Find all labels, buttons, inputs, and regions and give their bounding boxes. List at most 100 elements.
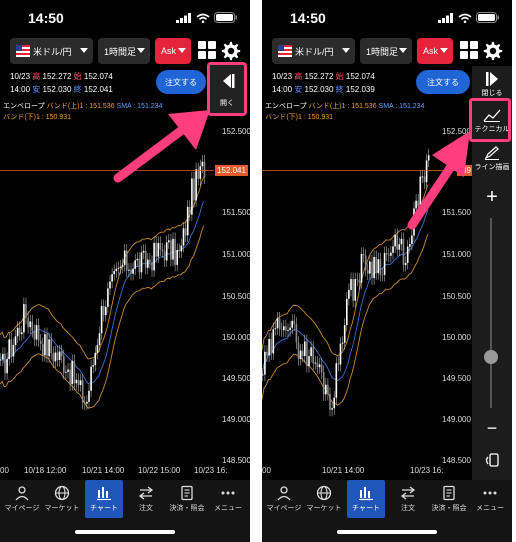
- tab-settlement[interactable]: 決済・照会: [167, 480, 207, 518]
- candle-body: [172, 238, 174, 260]
- candle-body: [182, 228, 185, 246]
- candle-body: [262, 374, 264, 376]
- y-axis-label: 149.500: [222, 374, 250, 383]
- status-time: 14:50: [28, 10, 64, 26]
- candle-body: [297, 342, 300, 359]
- candle-body: [168, 240, 170, 243]
- candle-body: [274, 328, 277, 330]
- candle-body: [371, 261, 373, 279]
- candle-body: [10, 339, 13, 357]
- layout-grid-icon[interactable]: [198, 41, 216, 59]
- candle-body: [105, 306, 107, 316]
- pair-select[interactable]: 米ドル/円: [10, 38, 93, 64]
- candle-body: [373, 256, 375, 279]
- candle-body: [144, 250, 147, 268]
- candle-body: [60, 351, 63, 357]
- x-axis-label: 10/21 14:00: [322, 466, 365, 475]
- candle-body: [385, 253, 388, 255]
- candle-body: [86, 401, 88, 404]
- candle-body: [42, 344, 44, 356]
- candle-body: [174, 238, 176, 265]
- x-axis-label: 10/23 16:: [194, 466, 228, 475]
- candle-body: [84, 402, 86, 404]
- zoom-slider-knob[interactable]: [484, 350, 498, 364]
- order-button[interactable]: 注文する: [156, 70, 206, 94]
- candle-body: [392, 246, 394, 253]
- chevron-down-icon: [342, 48, 350, 53]
- candle-body: [163, 251, 166, 261]
- tab-market[interactable]: マーケット: [305, 480, 343, 518]
- y-axis-label: 151.000: [222, 250, 250, 259]
- candle-body: [113, 271, 115, 275]
- candle-body: [310, 347, 312, 357]
- y-axis-label: 150.500: [222, 292, 250, 301]
- candle-body: [33, 331, 36, 340]
- candle-body: [350, 279, 352, 290]
- tab-market[interactable]: マーケット: [43, 480, 81, 518]
- zoom-slider-track[interactable]: [490, 218, 492, 408]
- candle-body: [348, 289, 350, 299]
- chevron-down-icon: [178, 48, 186, 53]
- candle-body: [149, 259, 151, 263]
- order-button[interactable]: 注文する: [416, 70, 470, 94]
- candle-body: [121, 264, 124, 267]
- candle-body: [109, 281, 111, 289]
- x-axis-label: 00: [262, 466, 271, 475]
- candle-body: [390, 252, 392, 256]
- candle-body: [316, 362, 319, 368]
- y-axis-label: 150.000: [222, 333, 250, 342]
- timeframe-select[interactable]: 1時間足: [360, 38, 412, 64]
- zoom-out-button[interactable]: −: [472, 418, 512, 439]
- side-select[interactable]: Ask: [155, 38, 191, 64]
- candle-body: [400, 238, 403, 245]
- close-panel-button[interactable]: 閉じる: [472, 72, 512, 98]
- tab-chart[interactable]: チャート: [85, 480, 123, 518]
- tab-settlement[interactable]: 決済・照会: [429, 480, 469, 518]
- candle-body: [14, 336, 17, 345]
- tab-order[interactable]: 注文: [127, 480, 165, 518]
- tab-mypage[interactable]: マイページ: [265, 480, 303, 518]
- candle-body: [375, 256, 377, 274]
- candle-body: [136, 258, 139, 261]
- pair-label: 米ドル/円: [295, 46, 334, 57]
- timeframe-select[interactable]: 1時間足: [98, 38, 150, 64]
- tab-order[interactable]: 注文: [389, 480, 427, 518]
- tab-menu[interactable]: メニュー: [209, 480, 247, 518]
- candle-body: [394, 234, 396, 247]
- candle-body: [75, 379, 78, 384]
- tab-mypage[interactable]: マイページ: [3, 480, 41, 518]
- candle-body: [119, 266, 122, 268]
- candle-body: [301, 350, 304, 357]
- candle-body: [339, 343, 342, 365]
- chevron-down-icon: [440, 48, 448, 53]
- candle-body: [111, 274, 113, 282]
- rotate-icon: [485, 453, 499, 467]
- tab-chart[interactable]: チャート: [347, 480, 385, 518]
- candle-body: [314, 362, 317, 364]
- candle-body: [308, 356, 310, 367]
- pair-select[interactable]: 米ドル/円: [272, 38, 355, 64]
- candle-body: [63, 356, 65, 373]
- pencil-icon: [484, 146, 499, 160]
- candle-body: [176, 250, 178, 265]
- rotate-button[interactable]: [472, 452, 512, 470]
- side-select[interactable]: Ask: [417, 38, 453, 64]
- gear-icon[interactable]: [220, 40, 242, 62]
- status-bar: 14:50: [0, 0, 250, 34]
- candle-body: [52, 352, 55, 362]
- gear-icon[interactable]: [482, 40, 504, 62]
- chart-icon: [97, 487, 111, 501]
- side-label: Ask: [423, 46, 439, 56]
- tab-menu[interactable]: メニュー: [471, 480, 509, 518]
- candle-body: [341, 342, 344, 344]
- layout-grid-icon[interactable]: [460, 41, 478, 59]
- candle-body: [170, 240, 172, 260]
- candle-body: [69, 369, 71, 385]
- y-axis-label: 149.000: [442, 415, 471, 424]
- candle-body: [159, 242, 162, 250]
- candle-body: [18, 327, 21, 335]
- ohlc-info: 10/23 高 152.272 始 152.074 14:00 安 152.03…: [10, 72, 113, 94]
- pair-label: 米ドル/円: [33, 46, 72, 57]
- candle-body: [268, 339, 270, 356]
- candle-body: [6, 359, 8, 374]
